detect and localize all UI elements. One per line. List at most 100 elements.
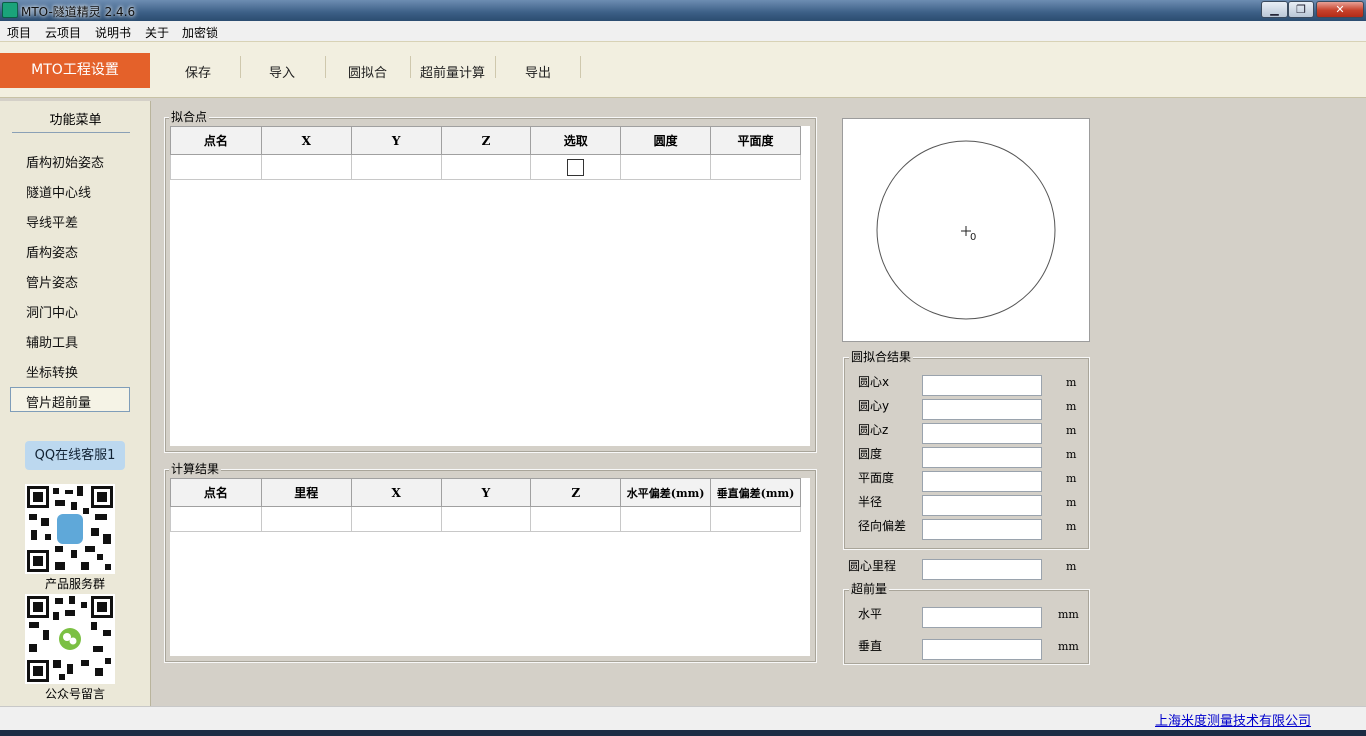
cell-roundness[interactable] [620,154,712,180]
advance-label: 超前量 [849,580,890,597]
cell-vertical-deviation[interactable] [710,506,801,532]
toolbar-separator [410,56,411,78]
vertical-advance-field[interactable] [922,639,1042,660]
sidebar-item-segment-attitude[interactable]: 管片姿态 [26,272,78,291]
toolbar-separator [325,56,326,78]
col-vertical-deviation[interactable]: 垂直偏差(mm) [710,478,801,507]
cell-point-name[interactable] [170,506,262,532]
roundness-unit: m [1066,448,1077,461]
col-x[interactable]: X [350,478,442,507]
col-horizontal-deviation[interactable]: 水平偏差(mm) [620,478,712,507]
sidebar-item-traverse-adjustment[interactable]: 导线平差 [26,212,78,231]
cell-y[interactable] [440,506,532,532]
center-z-label: 圆心z [858,423,889,437]
radius-unit: m [1066,496,1077,509]
sidebar-item-tunnel-centerline[interactable]: 隧道中心线 [26,182,91,201]
qq-support-button[interactable]: QQ在线客服1 [25,441,125,470]
center-z-field[interactable] [922,423,1042,444]
calc-results-table: 点名 里程 X Y Z 水平偏差(mm) 垂直偏差(mm) [170,478,801,532]
cell-z[interactable] [440,154,532,180]
export-button[interactable]: 导出 [525,62,551,81]
center-x-unit: m [1066,376,1077,389]
menu-cloud-project[interactable]: 云项目 [45,24,81,41]
company-link[interactable]: 上海米度测量技术有限公司 [1155,710,1311,729]
col-mileage[interactable]: 里程 [260,478,352,507]
sidebar: 功能菜单 盾构初始姿态 隧道中心线 导线平差 盾构姿态 管片姿态 洞门中心 辅助… [0,101,151,706]
cell-select[interactable] [530,154,622,180]
menu-dongle[interactable]: 加密锁 [182,24,218,41]
center-x-field[interactable] [922,375,1042,396]
center-label: 0 [970,232,976,243]
toolbar-separator [240,56,241,78]
radius-field[interactable] [922,495,1042,516]
radial-deviation-label: 径向偏差 [858,519,907,533]
save-button[interactable]: 保存 [185,62,211,81]
center-y-label: 圆心y [858,399,890,413]
center-x-label: 圆心x [858,375,890,389]
col-z[interactable]: Z [440,126,532,155]
vertical-unit: mm [1058,640,1079,653]
select-checkbox[interactable] [567,158,585,176]
horizontal-label: 水平 [858,607,883,621]
col-point-name[interactable]: 点名 [170,478,262,507]
roundness-field[interactable] [922,447,1042,468]
col-roundness[interactable]: 圆度 [620,126,712,155]
calc-results-label: 计算结果 [169,460,222,477]
cell-y[interactable] [350,154,442,180]
cell-horizontal-deviation[interactable] [620,506,712,532]
toolbar: MTO工程设置 保存 导入 圆拟合 超前量计算 导出 [0,41,1366,98]
circle-preview-canvas[interactable]: 0 [842,118,1090,342]
col-select[interactable]: 选取 [530,126,622,155]
col-z[interactable]: Z [530,478,622,507]
import-button[interactable]: 导入 [269,62,295,81]
cell-z[interactable] [530,506,622,532]
sidebar-item-segment-advance[interactable]: 管片超前量 [26,392,91,411]
center-y-field[interactable] [922,399,1042,420]
flatness-label: 平面度 [858,471,895,485]
table-row[interactable] [170,154,801,180]
radial-deviation-unit: m [1066,520,1077,533]
cell-flatness[interactable] [710,154,801,180]
os-taskbar [0,730,1366,736]
col-y[interactable]: Y [440,478,532,507]
sidebar-item-shield-initial-attitude[interactable]: 盾构初始姿态 [26,152,104,171]
center-mileage-field[interactable] [922,559,1042,580]
fit-points-label: 拟合点 [169,108,210,125]
flatness-unit: m [1066,472,1077,485]
fit-points-table: 点名 X Y Z 选取 圆度 平面度 [170,126,801,180]
table-row[interactable] [170,506,801,532]
sidebar-item-aux-tools[interactable]: 辅助工具 [26,332,78,351]
advance-calc-button[interactable]: 超前量计算 [420,62,485,81]
radial-deviation-field[interactable] [922,519,1042,540]
cell-x[interactable] [350,506,442,532]
flatness-field[interactable] [922,471,1042,492]
sidebar-item-coord-transform[interactable]: 坐标转换 [26,362,78,381]
horizontal-unit: mm [1058,608,1079,621]
minimize-button[interactable]: ▁ [1261,1,1288,18]
radius-label: 半径 [858,495,883,509]
cell-point-name[interactable] [170,154,262,180]
center-mileage-label: 圆心里程 [848,559,897,573]
cell-x[interactable] [260,154,352,180]
col-point-name[interactable]: 点名 [170,126,262,155]
sidebar-item-shield-attitude[interactable]: 盾构姿态 [26,242,78,261]
vertical-label: 垂直 [858,639,883,653]
maximize-button[interactable]: ❐ [1288,1,1314,18]
cell-mileage[interactable] [260,506,352,532]
col-y[interactable]: Y [350,126,442,155]
horizontal-advance-field[interactable] [922,607,1042,628]
circle-fit-label: 圆拟合结果 [849,348,914,365]
toolbar-separator [580,56,581,78]
qr-caption-official-account: 公众号留言 [44,687,105,701]
col-flatness[interactable]: 平面度 [710,126,801,155]
sidebar-item-portal-center[interactable]: 洞门中心 [26,302,78,321]
col-x[interactable]: X [260,126,352,155]
circle-fit-button[interactable]: 圆拟合 [348,62,387,81]
tab-mto-settings[interactable]: MTO工程设置 [0,53,150,88]
status-bar: 上海米度测量技术有限公司 [0,706,1366,730]
menu-manual[interactable]: 说明书 [95,24,131,41]
close-button[interactable]: ✕ [1316,1,1364,18]
menu-project[interactable]: 项目 [7,24,31,41]
menu-about[interactable]: 关于 [145,24,169,41]
qr-caption-service-group: 产品服务群 [44,577,105,591]
